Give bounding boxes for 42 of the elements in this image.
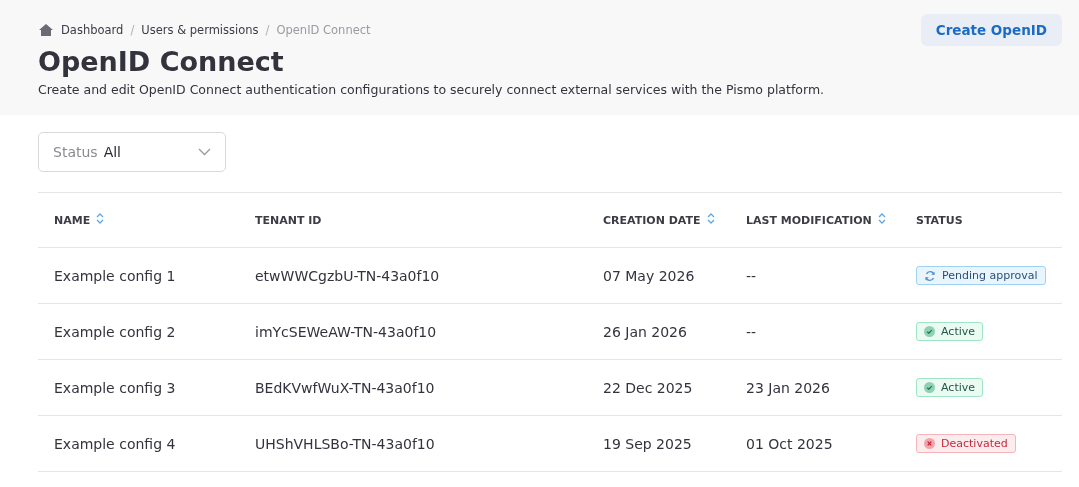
status-filter[interactable]: Status All: [38, 132, 226, 172]
table-cell: --: [730, 247, 900, 304]
table-cell: 01 Oct 2025: [730, 415, 900, 472]
table-cell: 19 Sep 2025: [587, 415, 730, 472]
table-cell: BEdKVwfWuX-TN-43a0f10: [239, 359, 587, 416]
table-cell: imYcSEWeAW-TN-43a0f10: [239, 303, 587, 360]
column-header: STATUS: [900, 192, 1062, 248]
breadcrumb-separator: /: [130, 23, 135, 37]
table-cell: --: [730, 303, 900, 360]
table-cell: UHShVHLSBo-TN-43a0f10: [239, 415, 587, 472]
column-header[interactable]: CREATION DATE: [587, 192, 730, 248]
table-cell: Example config 3: [38, 359, 239, 416]
table-cell: etwWWCgzbU-TN-43a0f10: [239, 247, 587, 304]
home-icon[interactable]: [38, 23, 54, 37]
status-badge: Pending approval: [916, 266, 1046, 285]
status-badge: Active: [916, 378, 984, 397]
column-header[interactable]: NAME: [38, 192, 239, 248]
check-circle-icon: [924, 326, 935, 337]
breadcrumb-separator: /: [265, 23, 270, 37]
create-button[interactable]: Create OpenID: [920, 14, 1062, 46]
table-cell: 26 Jan 2026: [587, 303, 730, 360]
sort-icon[interactable]: [877, 213, 886, 224]
breadcrumb-link[interactable]: Users & permissions: [141, 23, 259, 37]
sort-icon[interactable]: [706, 213, 715, 224]
status-badge: Deactivated: [916, 434, 1016, 453]
table-cell: 23 Jan 2026: [730, 359, 900, 416]
page-description: Create and edit OpenID Connect authentication configurations to securely connect external services with the Pismo platform.: [38, 82, 826, 97]
refresh-icon: [924, 269, 936, 282]
column-header: TENANT ID: [239, 192, 587, 248]
chevron-down-icon: [198, 148, 211, 156]
table-cell: Example config 2: [38, 303, 239, 360]
page-title: OpenID Connect: [38, 46, 285, 78]
breadcrumb-link[interactable]: Dashboard: [61, 23, 124, 37]
table-cell: 07 May 2026: [587, 247, 730, 304]
table-cell: 22 Dec 2025: [587, 359, 730, 416]
table-cell: Example config 4: [38, 415, 239, 472]
check-circle-icon: [924, 382, 935, 393]
table-cell: Example config 1: [38, 247, 239, 304]
status-badge: Active: [916, 322, 984, 341]
sort-icon[interactable]: [96, 213, 105, 224]
column-header[interactable]: LAST MODIFICATION: [730, 192, 900, 248]
x-circle-icon: [924, 438, 935, 449]
